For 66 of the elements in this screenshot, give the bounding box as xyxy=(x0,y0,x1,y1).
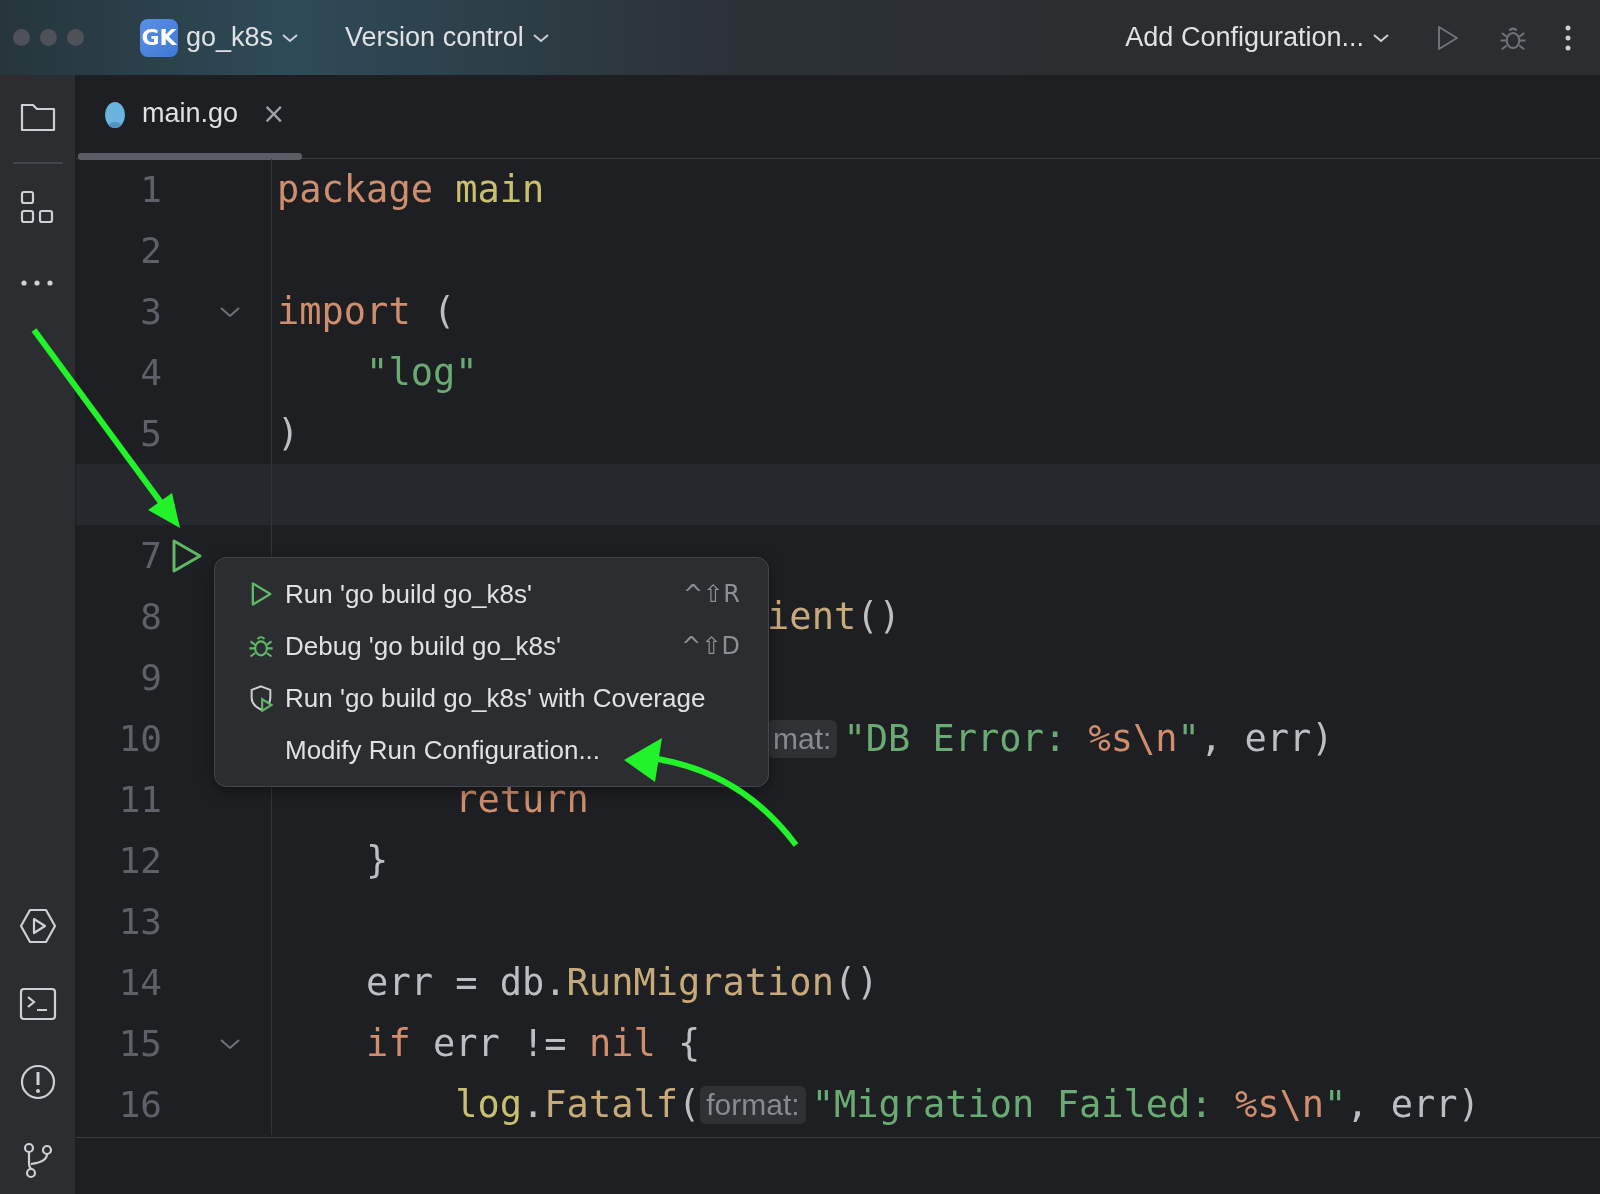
vcs-menu[interactable]: Version control xyxy=(345,22,524,53)
code-text: ( xyxy=(678,1083,701,1126)
menu-item[interactable]: Debug 'go build go_k8s' ^⇧D xyxy=(215,620,768,672)
string-literal: "DB Error: xyxy=(843,717,1068,760)
escape-sequence: %s\n xyxy=(1234,1083,1324,1126)
code-text: ( xyxy=(432,290,456,333)
line-number: 11 xyxy=(118,779,162,820)
close-icon[interactable]: × xyxy=(262,97,286,130)
shortcut-hint: ^⇧R xyxy=(683,580,740,608)
code-text: () xyxy=(833,961,879,1004)
escape-sequence: %s\n xyxy=(1088,717,1178,760)
line-number: 9 xyxy=(140,657,162,698)
keyword: return xyxy=(455,778,589,821)
code-text: ) xyxy=(277,412,300,455)
code-text: , err) xyxy=(1346,1083,1480,1126)
run-configuration-selector[interactable]: Add Configuration... xyxy=(1125,22,1364,53)
line-number: 13 xyxy=(118,901,162,942)
line-number: 1 xyxy=(140,169,162,210)
keyword: package xyxy=(277,168,433,211)
string-literal: " xyxy=(1177,717,1200,760)
function-name: ient xyxy=(767,595,857,638)
code-text: } xyxy=(366,839,389,882)
line-number: 12 xyxy=(118,840,162,881)
line-number: 7 xyxy=(140,535,162,576)
line-number: 5 xyxy=(140,413,162,454)
line-number: 8 xyxy=(140,596,162,637)
more-icon[interactable] xyxy=(1564,23,1572,52)
fold-icon[interactable] xyxy=(219,1036,241,1051)
menu-item[interactable]: Run 'go build go_k8s' ^⇧R xyxy=(215,568,768,620)
scrollbar-thumb[interactable] xyxy=(78,153,302,160)
code-text: err = db. xyxy=(366,961,567,1004)
menu-item[interactable]: Run 'go build go_k8s' with Coverage xyxy=(215,672,768,724)
menu-item[interactable]: Modify Run Configuration... xyxy=(215,724,768,776)
string-literal: " xyxy=(1324,1083,1347,1126)
function-name: Fatalf xyxy=(544,1083,678,1126)
string-literal: "Migration Failed: xyxy=(811,1083,1214,1126)
keyword: if xyxy=(366,1022,411,1065)
line-number: 15 xyxy=(118,1023,162,1064)
file-tab[interactable]: main.go × xyxy=(102,97,286,130)
string-literal: "log" xyxy=(366,351,478,394)
chevron-down-icon xyxy=(1372,31,1390,44)
line-number: 16 xyxy=(118,1084,162,1125)
line-number: 10 xyxy=(118,718,162,759)
shortcut-hint: ^⇧D xyxy=(681,632,740,660)
project-badge: GK xyxy=(140,18,178,57)
chevron-down-icon xyxy=(281,31,300,44)
keyword: nil xyxy=(588,1022,656,1065)
fold-icon[interactable] xyxy=(219,304,241,319)
line-number: 14 xyxy=(118,962,162,1003)
line-number: 2 xyxy=(140,230,162,271)
parameter-hint: mat: xyxy=(767,719,838,758)
function-name: RunMigration xyxy=(566,961,834,1004)
chevron-down-icon xyxy=(531,31,550,44)
code-text: () xyxy=(856,595,901,638)
code-text: , err) xyxy=(1199,717,1334,760)
line-number: 4 xyxy=(140,352,162,393)
parameter-hint: format: xyxy=(700,1085,806,1124)
code-text: . xyxy=(522,1083,545,1126)
project-selector[interactable]: go_k8s xyxy=(186,22,274,53)
identifier: log xyxy=(455,1083,523,1126)
code-text: { xyxy=(678,1022,701,1065)
line-number: 3 xyxy=(140,291,162,332)
run-icon[interactable] xyxy=(17,906,58,946)
identifier: main xyxy=(455,168,545,211)
keyword: import xyxy=(277,290,411,333)
code-text: err != xyxy=(432,1022,568,1065)
